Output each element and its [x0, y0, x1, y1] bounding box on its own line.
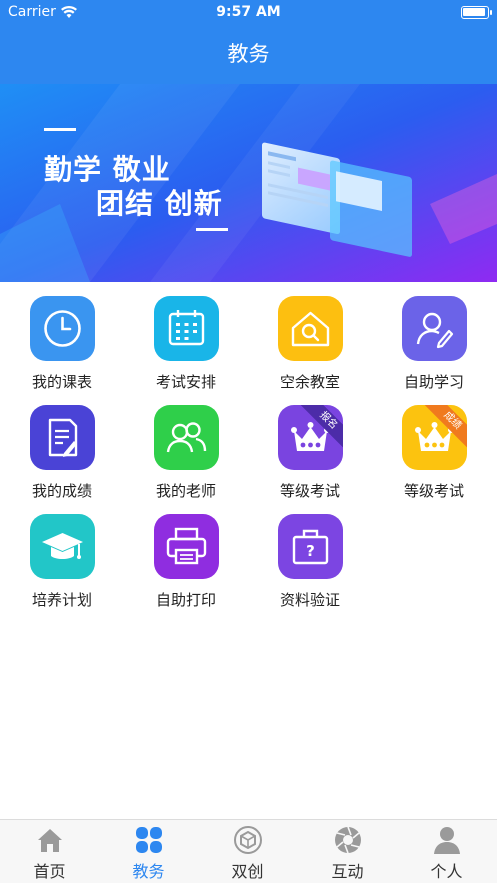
tab-academic[interactable]: 教务 — [99, 820, 198, 883]
tab-bar: 首页 教务 双创 互动 个人 — [0, 819, 497, 883]
tab-home[interactable]: 首页 — [0, 820, 99, 883]
tile-label: 培养计划 — [31, 591, 92, 609]
crown-icon: 报名 — [278, 405, 343, 470]
tab-label: 个人 — [430, 862, 463, 881]
user-pencil-icon — [402, 296, 467, 361]
tile-label: 我的课表 — [31, 373, 92, 391]
tile-level-exam-results[interactable]: 成绩 等级考试 — [372, 391, 496, 500]
clock: 9:57 AM — [216, 4, 281, 20]
tile-label: 等级考试 — [279, 482, 340, 500]
document-pen-icon — [30, 405, 95, 470]
tile-label: 自助学习 — [403, 373, 464, 391]
house-search-icon — [278, 296, 343, 361]
shutter-icon — [333, 825, 363, 855]
page-title: 教务 — [227, 42, 270, 66]
tile-label: 我的老师 — [155, 482, 216, 500]
tile-label: 空余教室 — [279, 373, 340, 391]
tile-my-teachers[interactable]: 我的老师 — [124, 391, 248, 500]
cube-icon — [233, 825, 263, 855]
tile-exam-schedule[interactable]: 考试安排 — [124, 282, 248, 391]
calendar-icon — [154, 296, 219, 361]
clock-icon — [30, 296, 95, 361]
graduation-cap-icon — [30, 514, 95, 579]
tile-free-classroom[interactable]: 空余教室 — [248, 282, 372, 391]
tab-label: 首页 — [33, 862, 66, 881]
tab-innovation[interactable]: 双创 — [198, 820, 297, 883]
tile-level-exam-signup[interactable]: 报名 等级考试 — [248, 391, 372, 500]
crown-icon: 成绩 — [402, 405, 467, 470]
tile-my-timetable[interactable]: 我的课表 — [0, 282, 124, 391]
battery-icon — [461, 6, 492, 19]
tile-training-plan[interactable]: 培养计划 — [0, 500, 124, 609]
tab-label: 互动 — [331, 862, 364, 881]
tile-self-study[interactable]: 自助学习 — [372, 282, 496, 391]
tile-my-grades[interactable]: 我的成绩 — [0, 391, 124, 500]
tile-label: 我的成绩 — [31, 482, 92, 500]
grid-icon — [134, 825, 164, 855]
svg-text:?: ? — [306, 542, 315, 560]
users-icon — [154, 405, 219, 470]
tile-label: 等级考试 — [403, 482, 464, 500]
status-bar: Carrier 9:57 AM — [0, 0, 497, 26]
tab-interaction[interactable]: 互动 — [298, 820, 397, 883]
question-bag-icon: ? — [278, 514, 343, 579]
tile-label: 资料验证 — [279, 591, 340, 609]
home-icon — [35, 825, 65, 855]
tab-label: 教务 — [132, 862, 165, 881]
tile-label: 自助打印 — [155, 591, 216, 609]
banner-slogan-line2: 团结 创新 — [96, 187, 223, 220]
person-icon — [432, 825, 462, 855]
tile-label: 考试安排 — [155, 373, 216, 391]
banner[interactable]: 勤学 敬业 团结 创新 — [0, 84, 497, 282]
tab-label: 双创 — [231, 862, 264, 881]
tab-profile[interactable]: 个人 — [397, 820, 496, 883]
header: Carrier 9:57 AM 教务 — [0, 0, 497, 84]
printer-icon — [154, 514, 219, 579]
tile-document-verification[interactable]: ? 资料验证 — [248, 500, 372, 609]
tile-self-print[interactable]: 自助打印 — [124, 500, 248, 609]
